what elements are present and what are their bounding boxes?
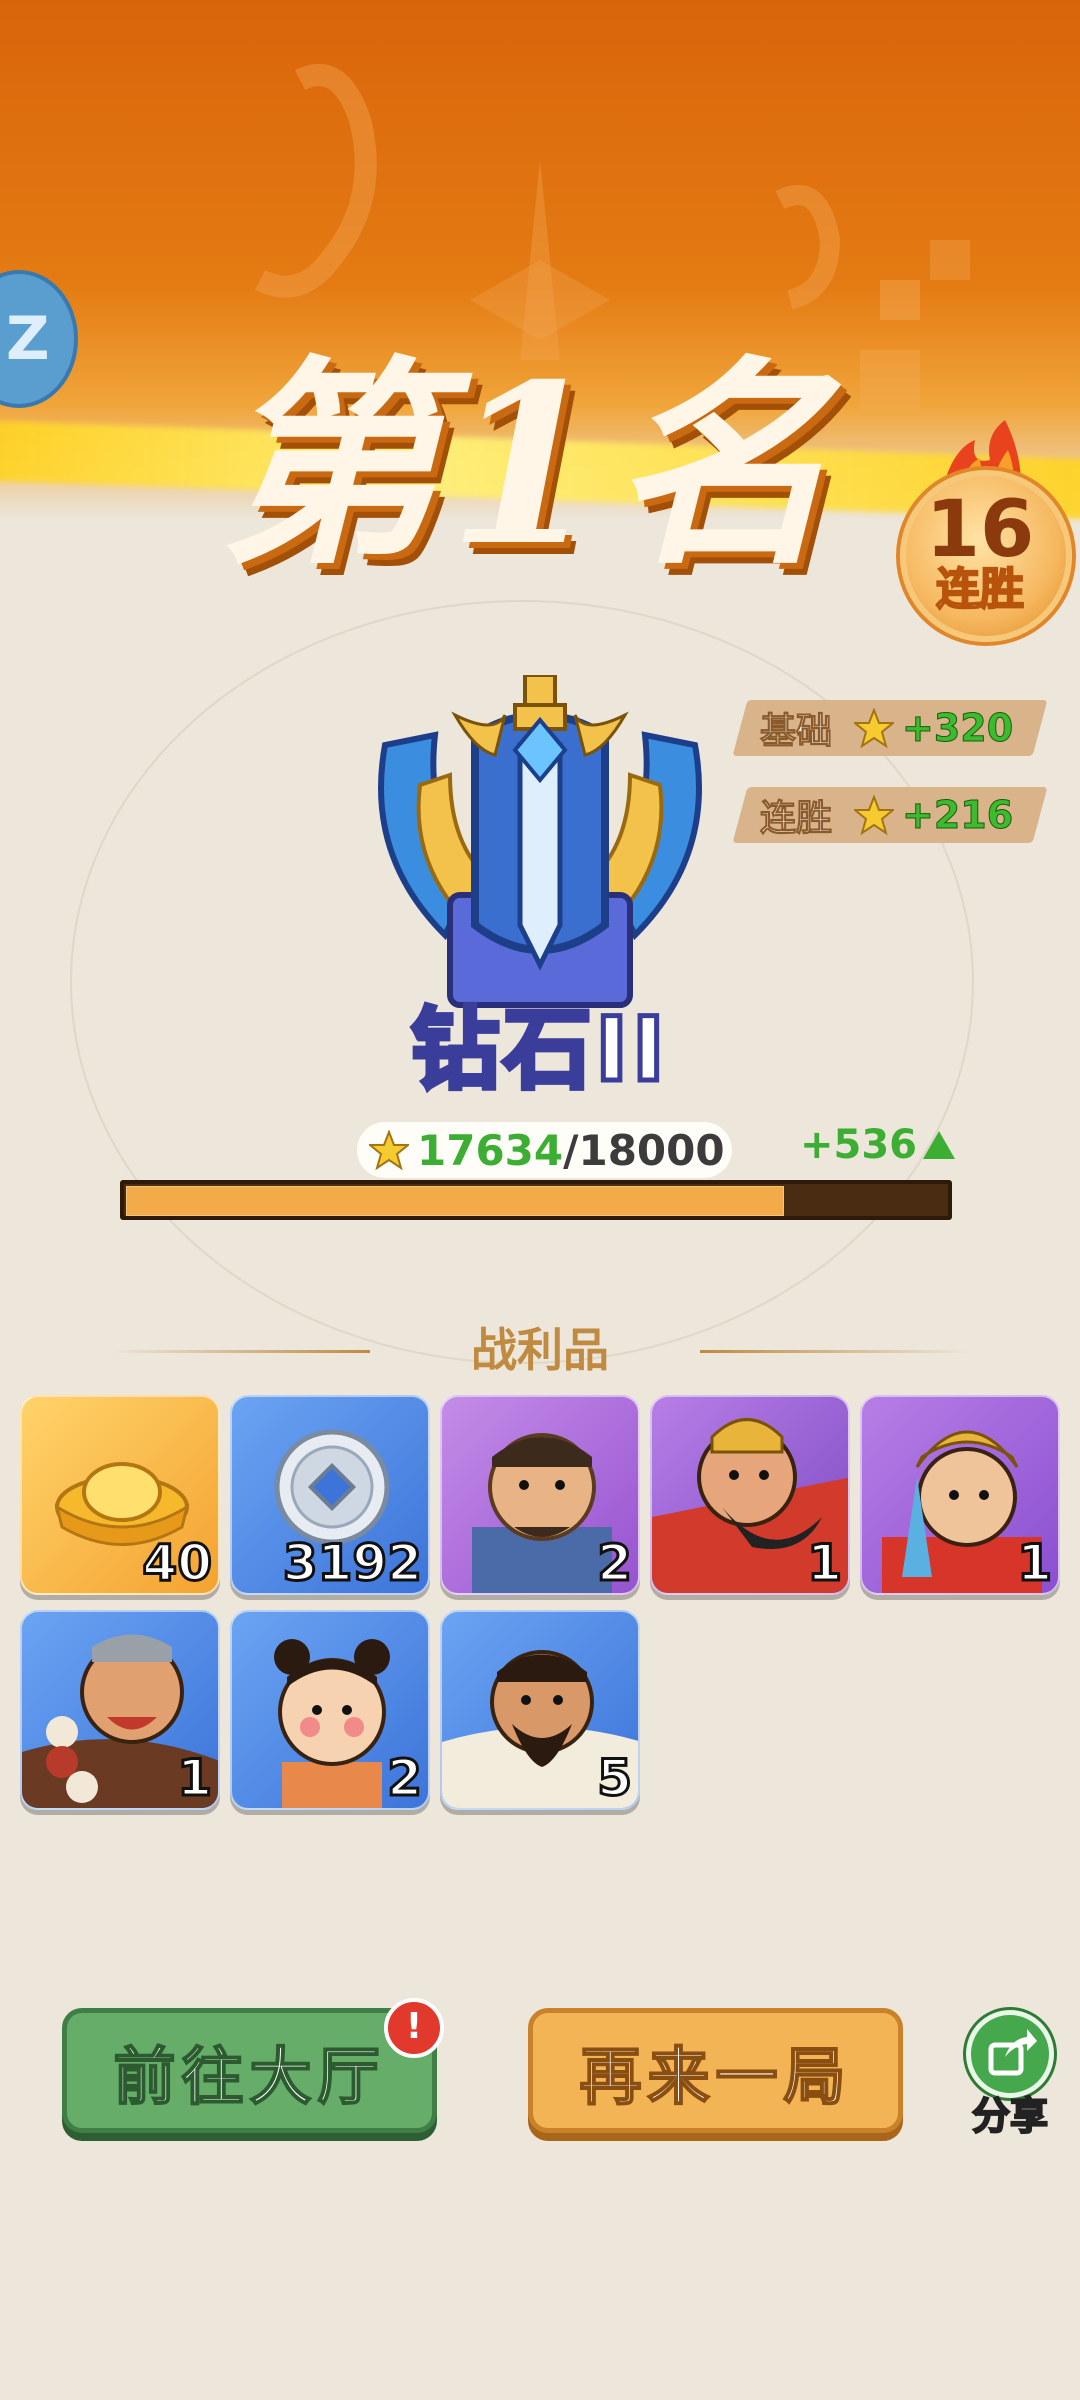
loot-quantity: 1 xyxy=(1016,1533,1054,1594)
loot-quantity: 3192 xyxy=(281,1533,423,1594)
loot-quantity: 40 xyxy=(141,1533,214,1594)
loot-item-gold-ingot[interactable]: 40 xyxy=(20,1395,220,1595)
loot-item-hero-general-6[interactable]: 5 xyxy=(440,1610,640,1810)
base-reward-tag: 基础 +320 xyxy=(732,700,1048,756)
loot-item-hero-child-5[interactable]: 2 xyxy=(230,1610,430,1810)
up-arrow-icon xyxy=(923,1131,956,1159)
go-to-lobby-button[interactable]: 前往大厅 xyxy=(62,2008,437,2133)
star-icon xyxy=(854,708,895,748)
points-separator: / xyxy=(563,1125,579,1175)
play-again-button[interactable]: 再来一局 xyxy=(528,2008,903,2133)
loot-item-hero-general-1[interactable]: 2 xyxy=(440,1395,640,1595)
share-icon xyxy=(988,2029,1037,2076)
reward-label: 连胜 xyxy=(760,798,833,840)
rank-progress-fill xyxy=(126,1186,784,1216)
star-icon xyxy=(369,1130,409,1170)
rank-points: 17634 / 18000 xyxy=(357,1122,732,1178)
points-gain-value: +536 xyxy=(800,1122,918,1168)
streak-label: 连胜 xyxy=(935,564,1025,616)
streak-count: 16 xyxy=(925,485,1035,575)
share-label: 分享 xyxy=(971,2093,1049,2139)
loot-item-hero-monk-4[interactable]: 1 xyxy=(20,1610,220,1810)
side-badge-icon: Z xyxy=(6,304,50,374)
loot-item-hero-warrior-2[interactable]: 1 xyxy=(650,1395,850,1595)
rank-progress-bar xyxy=(120,1180,952,1220)
loot-item-silver-coin[interactable]: 3192 xyxy=(230,1395,430,1595)
placement-title: 第1名 xyxy=(218,335,842,594)
loot-quantity: 2 xyxy=(386,1748,424,1809)
divider xyxy=(700,1350,970,1353)
reward-value: +216 xyxy=(902,793,1014,838)
loot-quantity: 2 xyxy=(596,1533,634,1594)
loot-quantity: 1 xyxy=(806,1533,844,1594)
loot-item-hero-commander-3[interactable]: 1 xyxy=(860,1395,1060,1595)
points-gain: +536 xyxy=(800,1122,956,1168)
star-icon xyxy=(854,795,895,835)
points-current: 17634 xyxy=(417,1125,564,1175)
streak-reward-tag: 连胜 +216 xyxy=(732,787,1048,843)
win-streak-badge: 16 连胜 xyxy=(890,420,1072,642)
rank-name: 钻石II xyxy=(409,997,669,1102)
loot-quantity: 5 xyxy=(596,1748,634,1809)
reward-value: +320 xyxy=(902,706,1014,751)
notification-badge: ! xyxy=(384,1998,444,2058)
points-max: 18000 xyxy=(578,1125,725,1175)
loot-quantity: 1 xyxy=(176,1748,214,1809)
reward-label: 基础 xyxy=(760,711,833,753)
